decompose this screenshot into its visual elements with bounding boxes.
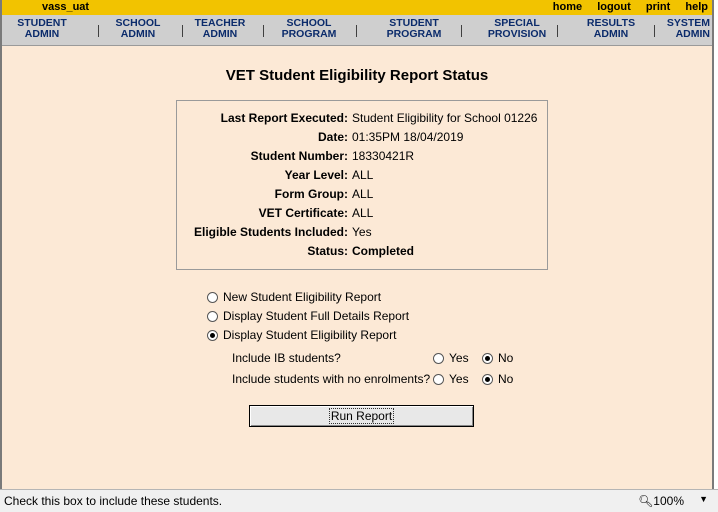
menu-divider (182, 25, 183, 37)
option-full-details-report[interactable]: Display Student Full Details Report (207, 309, 409, 323)
menu-divider (356, 25, 357, 37)
menu-label: ADMIN (593, 28, 629, 40)
help-link[interactable]: help (685, 1, 708, 13)
zoom-value: 100% (653, 494, 684, 508)
radio-button[interactable] (433, 374, 444, 385)
radio-button[interactable] (433, 353, 444, 364)
summary-label: Form Group: (274, 187, 348, 201)
page-title: VET Student Eligibility Report Status (225, 67, 489, 84)
menu-teacher-admin[interactable]: TEACHER ADMIN (188, 18, 252, 40)
include-no-enrolments-label: Include students with no enrolments? (232, 372, 431, 386)
radio-button[interactable] (207, 292, 218, 303)
summary-label: Date: (317, 130, 348, 144)
summary-row: Last Report Executed: Student Eligibilit… (177, 111, 549, 127)
menu-divider (557, 25, 558, 37)
report-summary-box: Last Report Executed: Student Eligibilit… (176, 100, 548, 270)
summary-label: Student Number: (250, 149, 348, 163)
menu-school-admin[interactable]: SCHOOL ADMIN (108, 18, 168, 40)
summary-label: Status: (307, 244, 348, 258)
menu-label: ADMIN (120, 28, 156, 40)
option-label: Display Student Eligibility Report (223, 328, 397, 342)
summary-row: Status: Completed (177, 244, 549, 260)
menu-special-provision[interactable]: SPECIAL PROVISION (479, 18, 555, 40)
option-label: New Student Eligibility Report (223, 290, 382, 304)
run-report-label: Run Report (328, 408, 395, 424)
menu-label: ADMIN (675, 28, 710, 40)
menu-results-admin[interactable]: RESULTS ADMIN (580, 18, 642, 40)
menu-system-admin[interactable]: SYSTEM ADMIN (657, 18, 710, 40)
summary-row: VET Certificate: ALL (177, 206, 549, 222)
home-link[interactable]: home (553, 1, 582, 13)
summary-value: Student Eligibility for School 01226 (352, 111, 538, 125)
include-ib-no[interactable]: No (482, 351, 513, 365)
option-eligibility-report[interactable]: Display Student Eligibility Report (207, 328, 396, 342)
summary-row: Date: 01:35PM 18/04/2019 (177, 130, 549, 146)
menu-student-program[interactable]: STUDENT PROGRAM (374, 18, 454, 40)
include-no-enrolments-yes[interactable]: Yes (433, 372, 469, 386)
menu-student-admin[interactable]: STUDENT ADMIN (7, 18, 77, 40)
print-link[interactable]: print (646, 1, 670, 13)
menu-school-program[interactable]: SCHOOL PROGRAM (274, 18, 344, 40)
summary-value: 18330421R (352, 149, 415, 163)
status-message: Check this box to include these students… (4, 494, 223, 508)
menu-divider (461, 25, 462, 37)
summary-value: ALL (352, 187, 374, 201)
status-value: Completed (352, 244, 415, 258)
include-no-enrolments-no[interactable]: No (482, 372, 513, 386)
radio-button-selected[interactable] (482, 353, 493, 364)
include-ib-label: Include IB students? (232, 351, 341, 365)
summary-value: Yes (352, 225, 372, 239)
include-ib-yes[interactable]: Yes (433, 351, 469, 365)
radio-button[interactable] (207, 311, 218, 322)
option-new-eligibility-report[interactable]: New Student Eligibility Report (207, 290, 381, 304)
zoom-level[interactable]: 🔍︎100% (638, 494, 684, 508)
radio-button-selected[interactable] (482, 374, 493, 385)
menu-divider (98, 25, 99, 37)
yes-label: Yes (449, 372, 469, 386)
run-report-button[interactable]: Run Report (249, 405, 474, 427)
menu-label: ADMIN (202, 28, 238, 40)
no-label: No (498, 351, 514, 365)
menu-label: PROVISION (487, 28, 547, 40)
summary-value: ALL (352, 168, 374, 182)
menu-divider (654, 25, 655, 37)
summary-row: Eligible Students Included: Yes (177, 225, 549, 241)
top-links: home logout print help (541, 1, 708, 13)
chevron-down-icon[interactable]: ▼ (699, 494, 708, 504)
yes-label: Yes (449, 351, 469, 365)
summary-label: Eligible Students Included: (193, 225, 348, 239)
main-content: VET Student Eligibility Report Status La… (2, 46, 712, 489)
summary-row: Year Level: ALL (177, 168, 549, 184)
radio-button-selected[interactable] (207, 330, 218, 341)
menu-label: PROGRAM (386, 28, 442, 40)
menu-divider (263, 25, 264, 37)
menu-label: ADMIN (24, 28, 60, 40)
browser-status-bar: Check this box to include these students… (0, 489, 718, 512)
summary-label: Last Report Executed: (220, 111, 348, 125)
option-label: Display Student Full Details Report (223, 309, 410, 323)
menu-label: PROGRAM (281, 28, 337, 40)
app-name: vass_uat (42, 1, 90, 13)
summary-row: Student Number: 18330421R (177, 149, 549, 165)
no-label: No (498, 372, 514, 386)
summary-label: Year Level: (284, 168, 348, 182)
main-menu: STUDENT ADMIN SCHOOL ADMIN TEACHER ADMIN… (2, 15, 712, 46)
summary-row: Form Group: ALL (177, 187, 549, 203)
top-bar: vass_uat home logout print help (2, 0, 712, 15)
logout-link[interactable]: logout (597, 1, 631, 13)
summary-value: ALL (352, 206, 374, 220)
zoom-icon: 🔍︎ (638, 494, 654, 508)
summary-value: 01:35PM 18/04/2019 (352, 130, 464, 144)
summary-label: VET Certificate: (258, 206, 348, 220)
